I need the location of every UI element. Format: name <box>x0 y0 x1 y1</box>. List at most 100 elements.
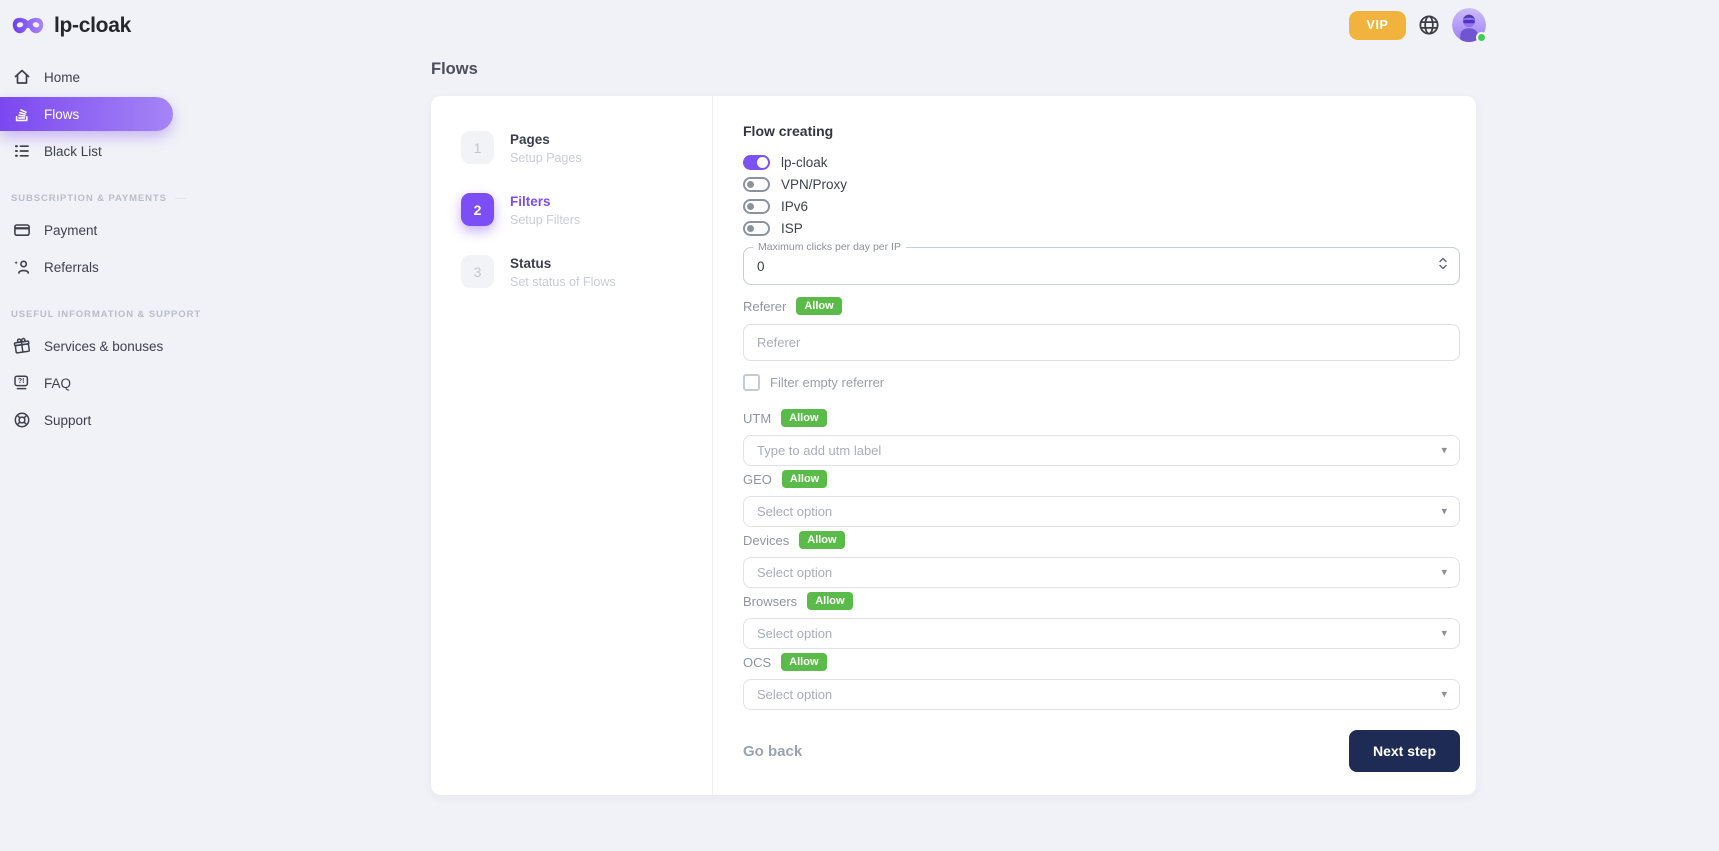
utm-label: UTM <box>743 411 771 426</box>
max-clicks-field: Maximum clicks per day per IP <box>743 247 1460 285</box>
sidebar-item-label: Support <box>44 413 91 428</box>
sidebar-item-referrals[interactable]: Referrals <box>0 250 200 284</box>
referer-label-row: Referer Allow <box>743 297 1460 315</box>
ocs-label: OCS <box>743 655 771 670</box>
sidebar-item-support[interactable]: Support <box>0 403 200 437</box>
chevron-down-icon: ▾ <box>1441 504 1447 517</box>
form-title: Flow creating <box>743 123 1460 139</box>
step-number: 2 <box>461 193 494 226</box>
isp-toggle[interactable] <box>743 221 770 236</box>
sidebar-section-subscription: SUBSCRIPTION & PAYMENTS <box>11 192 200 204</box>
sidebar-item-label: FAQ <box>44 376 71 391</box>
number-stepper-icon[interactable] <box>1438 257 1448 276</box>
devices-label: Devices <box>743 533 789 548</box>
geo-allow-badge[interactable]: Allow <box>782 470 827 488</box>
language-globe-icon[interactable] <box>1417 13 1441 37</box>
ocs-select[interactable]: Select option ▾ <box>743 679 1460 710</box>
form-actions: Go back Next step <box>743 730 1460 772</box>
brand-name: lp-cloak <box>54 14 131 38</box>
utm-select[interactable]: Type to add utm label ▾ <box>743 435 1460 466</box>
devices-allow-badge[interactable]: Allow <box>799 531 844 549</box>
step-filters[interactable]: 2 Filters Setup Filters <box>461 193 712 227</box>
ocs-allow-badge[interactable]: Allow <box>781 653 826 671</box>
chevron-down-icon: ▾ <box>1441 443 1447 456</box>
flows-icon <box>12 104 32 124</box>
sidebar-item-black-list[interactable]: Black List <box>0 134 200 168</box>
max-clicks-input[interactable] <box>744 248 1459 284</box>
step-status[interactable]: 3 Status Set status of Flows <box>461 255 712 289</box>
browsers-allow-badge[interactable]: Allow <box>807 592 852 610</box>
gift-icon <box>12 336 32 356</box>
vip-badge[interactable]: VIP <box>1349 11 1406 40</box>
go-back-button[interactable]: Go back <box>743 743 802 760</box>
step-pages[interactable]: 1 Pages Setup Pages <box>461 131 712 165</box>
list-icon <box>12 141 32 161</box>
toggle-row-lp-cloak[interactable]: lp-cloak <box>743 151 1460 173</box>
step-subtitle: Setup Pages <box>510 151 582 165</box>
sidebar-item-label: Flows <box>44 107 79 122</box>
step-number: 1 <box>461 131 494 164</box>
sidebar-item-payment[interactable]: Payment <box>0 213 200 247</box>
credit-card-icon <box>12 220 32 240</box>
mask-logo-icon <box>11 15 45 37</box>
lp-cloak-toggle[interactable] <box>743 155 770 170</box>
toggle-row-vpn-proxy[interactable]: VPN/Proxy <box>743 173 1460 195</box>
filters-form: Flow creating lp-cloak VPN/Proxy IPv6 IS… <box>713 96 1476 795</box>
chevron-down-icon: ▾ <box>1441 565 1447 578</box>
utm-allow-badge[interactable]: Allow <box>781 409 826 427</box>
brand-logo[interactable]: lp-cloak <box>0 0 200 38</box>
sidebar-item-home[interactable]: Home <box>0 60 200 94</box>
referer-label: Referer <box>743 299 786 314</box>
browsers-label: Browsers <box>743 594 797 609</box>
step-subtitle: Setup Filters <box>510 213 580 227</box>
person-add-icon <box>12 257 32 277</box>
next-step-button[interactable]: Next step <box>1349 730 1460 772</box>
lifebuoy-icon <box>12 410 32 430</box>
step-subtitle: Set status of Flows <box>510 275 616 289</box>
online-status-dot <box>1476 32 1487 43</box>
browsers-label-row: Browsers Allow <box>743 592 1460 610</box>
utm-label-row: UTM Allow <box>743 409 1460 427</box>
geo-label-row: GEO Allow <box>743 470 1460 488</box>
sidebar-item-label: Black List <box>44 144 102 159</box>
chevron-down-icon: ▾ <box>1441 626 1447 639</box>
sidebar-item-faq[interactable]: ?! FAQ <box>0 366 200 400</box>
step-title: Pages <box>510 131 582 147</box>
max-clicks-label: Maximum clicks per day per IP <box>753 241 906 253</box>
sidebar-item-label: Referrals <box>44 260 99 275</box>
referer-input[interactable] <box>743 324 1460 361</box>
page-title: Flows <box>431 60 1476 80</box>
devices-label-row: Devices Allow <box>743 531 1460 549</box>
geo-select[interactable]: Select option ▾ <box>743 496 1460 527</box>
ipv6-toggle[interactable] <box>743 199 770 214</box>
filter-empty-referrer-row[interactable]: Filter empty referrer <box>743 373 1460 391</box>
flow-card: 1 Pages Setup Pages 2 Filters Setup Filt… <box>431 96 1476 795</box>
sidebar-section-support: USEFUL INFORMATION & SUPPORT <box>11 308 200 320</box>
faq-bubble-icon: ?! <box>12 373 32 393</box>
sidebar-item-label: Home <box>44 70 80 85</box>
sidebar-item-flows[interactable]: Flows <box>0 97 173 131</box>
browsers-select[interactable]: Select option ▾ <box>743 618 1460 649</box>
user-avatar[interactable] <box>1452 8 1486 42</box>
main-content: Flows 1 Pages Setup Pages 2 Filters Setu… <box>431 60 1476 795</box>
toggle-row-isp[interactable]: ISP <box>743 217 1460 239</box>
svg-text:?!: ?! <box>18 378 25 385</box>
sidebar-nav: Home Flows <box>0 60 200 437</box>
devices-select[interactable]: Select option ▾ <box>743 557 1460 588</box>
step-number: 3 <box>461 255 494 288</box>
home-icon <box>12 67 32 87</box>
step-title: Status <box>510 255 616 271</box>
referer-allow-badge[interactable]: Allow <box>796 297 841 315</box>
vpn-proxy-toggle[interactable] <box>743 177 770 192</box>
filter-empty-referrer-checkbox[interactable] <box>743 374 760 391</box>
sidebar: lp-cloak Home <box>0 0 200 851</box>
ocs-label-row: OCS Allow <box>743 653 1460 671</box>
header-actions: VIP <box>1349 8 1486 42</box>
sidebar-item-services[interactable]: Services & bonuses <box>0 329 200 363</box>
app-root: lp-cloak Home <box>0 0 1719 851</box>
sidebar-item-label: Services & bonuses <box>44 339 163 354</box>
chevron-down-icon: ▾ <box>1441 687 1447 700</box>
toggle-row-ipv6[interactable]: IPv6 <box>743 195 1460 217</box>
flow-stepper: 1 Pages Setup Pages 2 Filters Setup Filt… <box>431 96 713 795</box>
geo-label: GEO <box>743 472 772 487</box>
